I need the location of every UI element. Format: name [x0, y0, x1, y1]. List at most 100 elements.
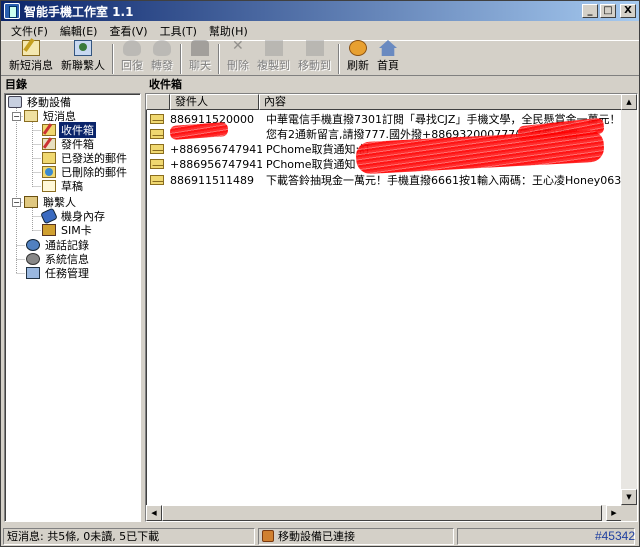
- new-contact-label: 新聯繫人: [61, 59, 105, 72]
- status-message-summary: 短消息: 共5條, 0未讀, 5已下載: [3, 527, 255, 545]
- column-header-content[interactable]: 內容: [259, 94, 623, 110]
- new-contact-button[interactable]: 新聯繫人: [57, 40, 109, 75]
- system-info-icon: [26, 253, 40, 265]
- table-row[interactable]: 886911511489 下載答鈴抽現金一萬元！手機直撥6661按1輸入兩碼：王…: [146, 172, 637, 188]
- menu-edit[interactable]: 編輯(E): [54, 23, 104, 39]
- phone-connected-icon: [262, 530, 274, 542]
- scroll-left-button[interactable]: ◀: [146, 505, 162, 521]
- phone-call-icon: [191, 40, 209, 56]
- scrollbar-corner: [621, 505, 637, 521]
- tree-item-sim-card[interactable]: SIM卡: [42, 223, 94, 237]
- phone-memory-icon: [40, 207, 58, 225]
- row-sender: +886956747941: [170, 142, 262, 156]
- reply-icon: [123, 40, 141, 56]
- folder-tree: 移動設備 − 短消息 收件箱 發件箱 已發送的郵件 已刪除的郵件 草稿 − 聯繫…: [4, 93, 141, 522]
- status-bar: 短消息: 共5條, 0未讀, 5已下載 移動設備已連接: [1, 526, 639, 546]
- tree-item-contacts[interactable]: 聯繫人: [24, 195, 78, 209]
- home-button[interactable]: 首頁: [373, 40, 403, 75]
- tree-item-inbox[interactable]: 收件箱: [42, 121, 97, 139]
- tree-item-label: 任務管理: [45, 267, 89, 280]
- screenshot-id-label: #45342: [594, 529, 635, 543]
- sent-mail-icon: [42, 152, 56, 164]
- menu-bar: 文件(F) 編輯(E) 查看(V) 工具(T) 幫助(H): [1, 21, 639, 40]
- read-message-icon: [150, 144, 164, 154]
- row-sender: +886956747941: [170, 157, 262, 171]
- toolbar-separator: [338, 44, 340, 74]
- scroll-up-button[interactable]: ▲: [621, 94, 637, 110]
- refresh-label: 刷新: [347, 59, 369, 72]
- horizontal-scrollbar[interactable]: ◀ ▶: [146, 505, 622, 521]
- refresh-button[interactable]: 刷新: [343, 40, 373, 75]
- sim-card-icon: [42, 224, 56, 236]
- call-button[interactable]: 聊天: [185, 40, 215, 75]
- call-log-icon: [26, 239, 40, 251]
- copy-to-button[interactable]: 複製到: [253, 40, 294, 75]
- row-content: 下載答鈴抽現金一萬元！手機直撥6661按1輸入兩碼：王心凌Honey0639..…: [266, 174, 625, 187]
- minimize-button[interactable]: _: [582, 4, 598, 18]
- reply-label: 回復: [121, 59, 143, 72]
- app-window: 智能手機工作室 1.1 _ □ X 文件(F) 編輯(E) 查看(V) 工具(T…: [0, 0, 640, 547]
- tree-item-label: 草稿: [61, 180, 83, 193]
- scroll-down-button[interactable]: ▼: [621, 489, 637, 505]
- contacts-collapse-toggle[interactable]: −: [12, 198, 21, 207]
- list-header-title: 收件箱: [149, 78, 182, 91]
- toolbar-separator: [180, 44, 182, 74]
- mobile-device-icon: [8, 96, 22, 108]
- toolbar-separator: [218, 44, 220, 74]
- refresh-icon: [349, 40, 367, 56]
- move-to-label: 移動到: [298, 59, 331, 72]
- read-message-icon: [150, 129, 164, 139]
- scroll-right-button[interactable]: ▶: [606, 505, 622, 521]
- read-message-icon: [150, 114, 164, 124]
- new-message-label: 新短消息: [9, 59, 53, 72]
- column-header-icon[interactable]: [146, 94, 170, 110]
- horizontal-scroll-thumb[interactable]: [162, 505, 602, 521]
- message-list: 發件人 內容 發 886911520000 中華電信手機直撥7301訂閱「尋找C…: [145, 93, 638, 522]
- read-message-icon: [150, 159, 164, 169]
- row-sender: 886911511489: [170, 173, 254, 187]
- contacts-icon: [24, 196, 38, 208]
- tree-item-system-info[interactable]: 系統信息: [26, 252, 91, 266]
- move-icon: [305, 40, 324, 56]
- title-bar[interactable]: 智能手機工作室 1.1 _ □ X: [1, 1, 639, 21]
- menu-help[interactable]: 幫助(H): [203, 23, 254, 39]
- tree-item-mobile-device[interactable]: 移動設備: [8, 95, 73, 109]
- home-icon: [379, 40, 397, 56]
- home-label: 首頁: [377, 59, 399, 72]
- copy-icon: [264, 40, 283, 56]
- call-label: 聊天: [189, 59, 211, 72]
- forward-button[interactable]: 轉發: [147, 40, 177, 75]
- tree-header: 目錄: [5, 78, 27, 91]
- tree-item-drafts[interactable]: 草稿: [42, 179, 85, 193]
- new-message-button[interactable]: 新短消息: [5, 40, 57, 75]
- menu-tools[interactable]: 工具(T): [154, 23, 203, 39]
- inbox-icon: [42, 124, 56, 136]
- tree-item-phone-memory[interactable]: 機身內存: [40, 207, 107, 225]
- delete-button[interactable]: 刪除: [223, 38, 253, 75]
- tree-item-deleted[interactable]: 已刪除的郵件: [42, 165, 129, 179]
- reply-button[interactable]: 回復: [117, 40, 147, 75]
- sms-collapse-toggle[interactable]: −: [12, 112, 21, 121]
- menu-view[interactable]: 查看(V): [103, 23, 153, 39]
- toolbar: 新短消息 新聯繫人 回復 轉發 聊天 刪除 複製到: [1, 38, 639, 76]
- vertical-scrollbar[interactable]: ▲ ▼: [621, 94, 637, 521]
- tree-item-sent[interactable]: 已發送的郵件: [42, 151, 129, 165]
- tree-item-sms[interactable]: 短消息: [24, 109, 78, 123]
- new-message-icon: [22, 40, 40, 56]
- copy-to-label: 複製到: [257, 59, 290, 72]
- move-to-button[interactable]: 移動到: [294, 40, 335, 75]
- close-button[interactable]: X: [620, 4, 636, 18]
- column-header-sender[interactable]: 發件人: [170, 94, 259, 110]
- status-connection-text: 移動設備已連接: [278, 530, 355, 543]
- tree-item-task-manager[interactable]: 任務管理: [26, 266, 91, 280]
- new-contact-icon: [74, 40, 92, 56]
- forward-label: 轉發: [151, 59, 173, 72]
- tree-item-outbox[interactable]: 發件箱: [42, 137, 96, 151]
- window-title: 智能手機工作室 1.1: [24, 4, 134, 19]
- maximize-button[interactable]: □: [600, 4, 616, 18]
- outbox-icon: [42, 138, 56, 150]
- status-connection: 移動設備已連接: [258, 527, 454, 545]
- draft-icon: [42, 180, 56, 192]
- tree-item-call-log[interactable]: 通話記錄: [26, 238, 91, 252]
- menu-file[interactable]: 文件(F): [5, 23, 54, 39]
